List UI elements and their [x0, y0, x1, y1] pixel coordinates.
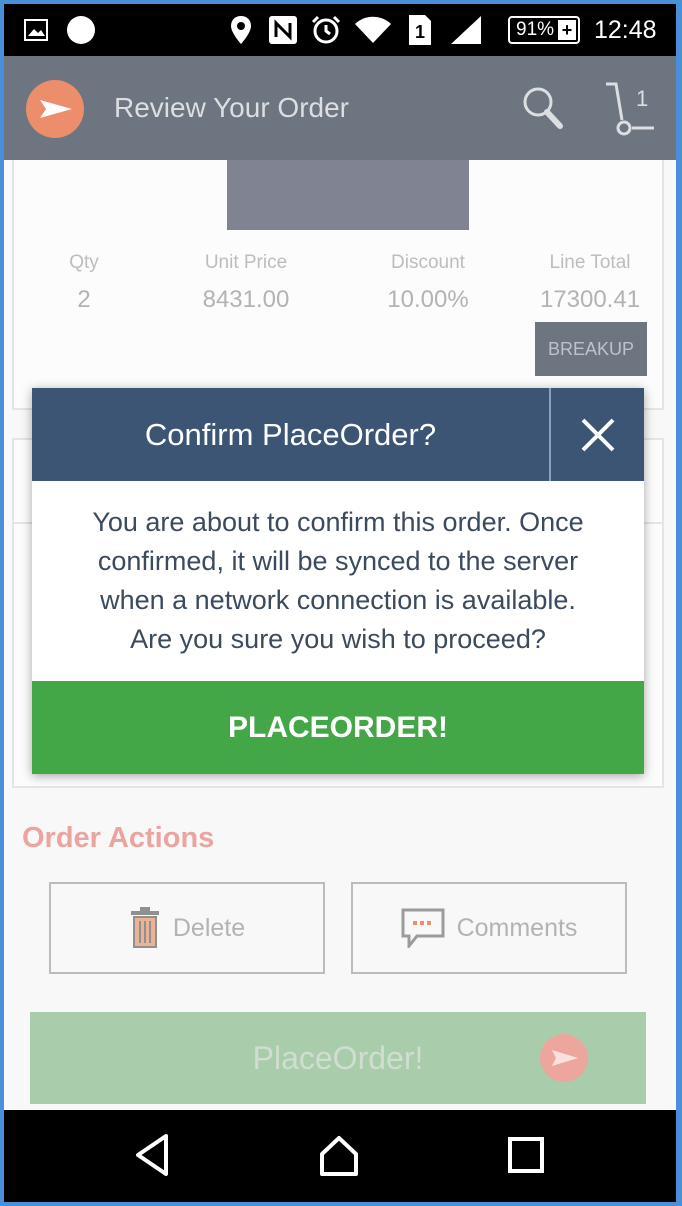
status-bar: 1 91% + 12:48 — [4, 4, 676, 56]
battery-percent: 91% — [516, 19, 555, 40]
dialog-message-line: confirmed, it will be synced to the serv… — [97, 546, 579, 576]
close-button[interactable] — [551, 388, 644, 481]
device-screen: 1 91% + 12:48 Review Your Order 1 Qty 2 … — [4, 4, 676, 1202]
dialog-message-line: Are you sure you wish to proceed? — [130, 624, 546, 654]
battery-icon: 91% + — [508, 4, 580, 56]
dot-icon — [66, 4, 96, 56]
dialog-message-line: when a network connection is available. — [100, 585, 576, 615]
recents-icon[interactable] — [506, 1132, 546, 1183]
dialog-title: Confirm PlaceOrder? — [144, 416, 437, 452]
home-icon[interactable] — [318, 1132, 360, 1183]
nfc-icon — [268, 4, 298, 56]
signal-icon — [450, 4, 482, 56]
close-icon — [581, 418, 614, 451]
image-icon — [24, 4, 48, 56]
clock: 12:48 — [594, 15, 657, 44]
sim-icon: 1 — [408, 4, 432, 56]
dialog-header: Confirm PlaceOrder? — [32, 388, 644, 481]
wifi-icon — [354, 4, 392, 56]
dialog-message-line: You are about to confirm this order. Onc… — [92, 507, 584, 537]
alarm-icon — [310, 4, 342, 56]
system-nav-bar — [4, 1110, 676, 1202]
location-icon — [230, 4, 252, 56]
confirm-placeorder-button[interactable]: PLACEORDER! — [32, 681, 644, 774]
svg-text:1: 1 — [415, 22, 425, 42]
back-icon[interactable] — [132, 1132, 172, 1183]
dialog-message: You are about to confirm this order. Onc… — [32, 481, 644, 681]
confirm-dialog: Confirm PlaceOrder? You are about to con… — [32, 388, 644, 774]
